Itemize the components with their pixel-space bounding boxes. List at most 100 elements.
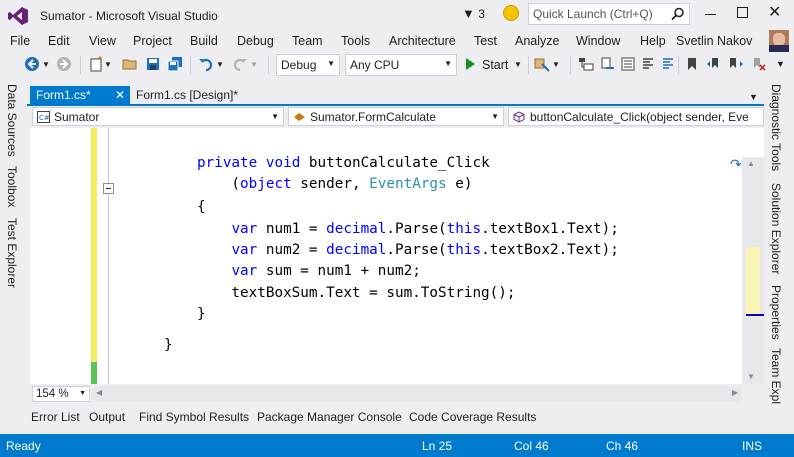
class-icon xyxy=(294,113,305,121)
menu-architecture[interactable]: Architecture xyxy=(389,34,456,48)
project-select[interactable]: C# Sumator ▼ xyxy=(32,107,284,126)
menu-help[interactable]: Help xyxy=(640,34,666,48)
close-icon[interactable]: ✕ xyxy=(115,88,125,102)
project-value: Sumator xyxy=(54,110,100,124)
scroll-left-icon[interactable]: ◀ xyxy=(96,388,102,397)
tab-team-explorer[interactable]: Team Expl xyxy=(769,348,783,404)
close-window-button[interactable]: ✕ xyxy=(768,2,781,22)
new-dropdown-icon[interactable]: ▼ xyxy=(104,60,120,76)
start-label: Start xyxy=(482,58,509,72)
menu-debug[interactable]: Debug xyxy=(237,34,274,48)
previous-bookmark-icon[interactable] xyxy=(706,56,722,72)
properties-window-icon[interactable] xyxy=(620,56,636,72)
tab-error-list[interactable]: Error List xyxy=(31,410,80,424)
redo-dropdown-icon[interactable]: ▼ xyxy=(250,60,266,76)
tab-find-symbol-results[interactable]: Find Symbol Results xyxy=(139,410,249,424)
undo-icon[interactable] xyxy=(198,56,214,72)
tab-code-coverage-results[interactable]: Code Coverage Results xyxy=(409,410,536,424)
toggle-comment-icon[interactable] xyxy=(640,56,656,72)
document-list-dropdown-icon[interactable]: ▼ xyxy=(749,92,758,102)
quick-launch-input[interactable]: Quick Launch (Ctrl+Q) xyxy=(528,3,690,25)
tab-test-explorer[interactable]: Test Explorer xyxy=(5,218,19,288)
menu-project[interactable]: Project xyxy=(133,34,172,48)
tab-package-manager-console[interactable]: Package Manager Console xyxy=(257,410,402,424)
code-line[interactable]: } xyxy=(164,335,173,356)
keyword-token: this xyxy=(446,221,482,237)
chevron-down-icon: ▼ xyxy=(79,390,86,397)
navigate-back-icon[interactable] xyxy=(24,56,40,72)
uncomment-icon[interactable] xyxy=(660,56,676,72)
solution-explorer-icon[interactable] xyxy=(578,56,594,72)
tab-output[interactable]: Output xyxy=(89,410,125,424)
solution-platform-select[interactable]: Any CPU ▼ xyxy=(345,54,457,76)
code-line[interactable]: private void buttonCalculate_Click xyxy=(197,153,490,174)
notifications-button[interactable]: ▼ 3 xyxy=(462,6,485,21)
browser-link-icon[interactable] xyxy=(534,56,550,72)
scroll-down-icon[interactable]: ▼ xyxy=(747,372,755,381)
tab-properties[interactable]: Properties xyxy=(769,285,783,340)
save-icon[interactable] xyxy=(145,56,161,72)
code-line[interactable]: { xyxy=(197,197,206,218)
code-token: buttonCalculate_Click xyxy=(300,155,490,171)
navigate-forward-icon[interactable] xyxy=(56,56,72,72)
tab-form1-design[interactable]: Form1.cs [Design]* xyxy=(130,86,270,105)
menu-analyze[interactable]: Analyze xyxy=(515,34,559,48)
code-token: sum = num1 + num2; xyxy=(257,263,421,279)
undo-dropdown-icon[interactable]: ▼ xyxy=(216,60,232,76)
code-editor[interactable]: private void buttonCalculate_Click (obje… xyxy=(30,128,764,384)
type-select[interactable]: Sumator.FormCalculate ▼ xyxy=(288,107,504,126)
menu-build[interactable]: Build xyxy=(190,34,218,48)
tab-solution-explorer[interactable]: Solution Explorer xyxy=(769,183,783,274)
open-folder-icon[interactable] xyxy=(122,56,138,72)
signed-in-user[interactable]: Svetlin Nakov xyxy=(676,34,752,48)
sync-view-icon[interactable] xyxy=(600,56,616,72)
scroll-up-icon[interactable]: ▲ xyxy=(747,159,755,168)
minimize-button[interactable] xyxy=(705,14,716,15)
code-line[interactable]: } xyxy=(197,304,206,325)
menu-bar: File Edit View Project Build Debug Team … xyxy=(0,30,794,52)
insert-mode[interactable]: INS xyxy=(742,439,762,453)
collapse-region-button[interactable] xyxy=(103,183,114,194)
editor-vertical-scrollbar[interactable]: ▲ ▼ xyxy=(742,157,764,384)
menu-team[interactable]: Team xyxy=(292,34,323,48)
document-tab-strip: Form1.cs* ✕ Form1.cs [Design]* xyxy=(27,86,764,106)
scroll-right-icon[interactable]: ▶ xyxy=(732,388,738,397)
new-project-icon[interactable] xyxy=(88,56,104,72)
menu-tools[interactable]: Tools xyxy=(341,34,370,48)
code-line[interactable]: var sum = num1 + num2; xyxy=(197,261,421,282)
quick-action-icon[interactable]: ↷ xyxy=(730,156,742,173)
menu-view[interactable]: View xyxy=(89,34,116,48)
feedback-smiley-icon[interactable] xyxy=(503,5,519,21)
solution-configuration-select[interactable]: Debug ▼ xyxy=(276,54,340,76)
next-bookmark-icon[interactable] xyxy=(728,56,744,72)
scrollbar-thumb[interactable] xyxy=(746,247,760,317)
menu-file[interactable]: File xyxy=(10,34,30,48)
browser-link-dropdown-icon[interactable]: ▼ xyxy=(552,60,568,76)
toolbar-options-icon[interactable]: ▼ xyxy=(776,59,792,75)
tab-data-sources[interactable]: Data Sources xyxy=(5,84,19,157)
outlining-guide xyxy=(108,128,109,384)
maximize-button[interactable] xyxy=(737,7,748,18)
tab-form1-cs[interactable]: Form1.cs* ✕ xyxy=(30,86,130,105)
start-debugging-button[interactable]: Start ▼ xyxy=(462,55,524,75)
zoom-select[interactable]: 154 % ▼ xyxy=(32,386,90,402)
redo-icon[interactable] xyxy=(232,56,248,72)
code-line[interactable]: var num2 = decimal.Parse(this.textBox2.T… xyxy=(197,240,618,261)
menu-edit[interactable]: Edit xyxy=(48,34,70,48)
code-token: e) xyxy=(446,176,473,192)
character-number: Ch 46 xyxy=(606,439,639,453)
tab-toolbox[interactable]: Toolbox xyxy=(5,166,19,207)
tab-diagnostic-tools[interactable]: Diagnostic Tools xyxy=(769,84,783,171)
save-all-icon[interactable] xyxy=(167,56,183,72)
member-select[interactable]: buttonCalculate_Click(object sender, Eve… xyxy=(508,107,764,126)
menu-test[interactable]: Test xyxy=(474,34,497,48)
avatar[interactable] xyxy=(769,30,789,52)
menu-window[interactable]: Window xyxy=(576,34,620,48)
clear-bookmarks-icon[interactable] xyxy=(750,56,766,72)
editor-horizontal-scrollbar[interactable]: ◀ ▶ xyxy=(92,386,742,402)
code-line[interactable]: (object sender, EventArgs e) xyxy=(197,174,472,195)
code-line[interactable]: var num1 = decimal.Parse(this.textBox1.T… xyxy=(197,219,618,240)
bookmark-icon[interactable] xyxy=(684,56,700,72)
code-line[interactable]: textBoxSum.Text = sum.ToString(); xyxy=(197,283,515,304)
